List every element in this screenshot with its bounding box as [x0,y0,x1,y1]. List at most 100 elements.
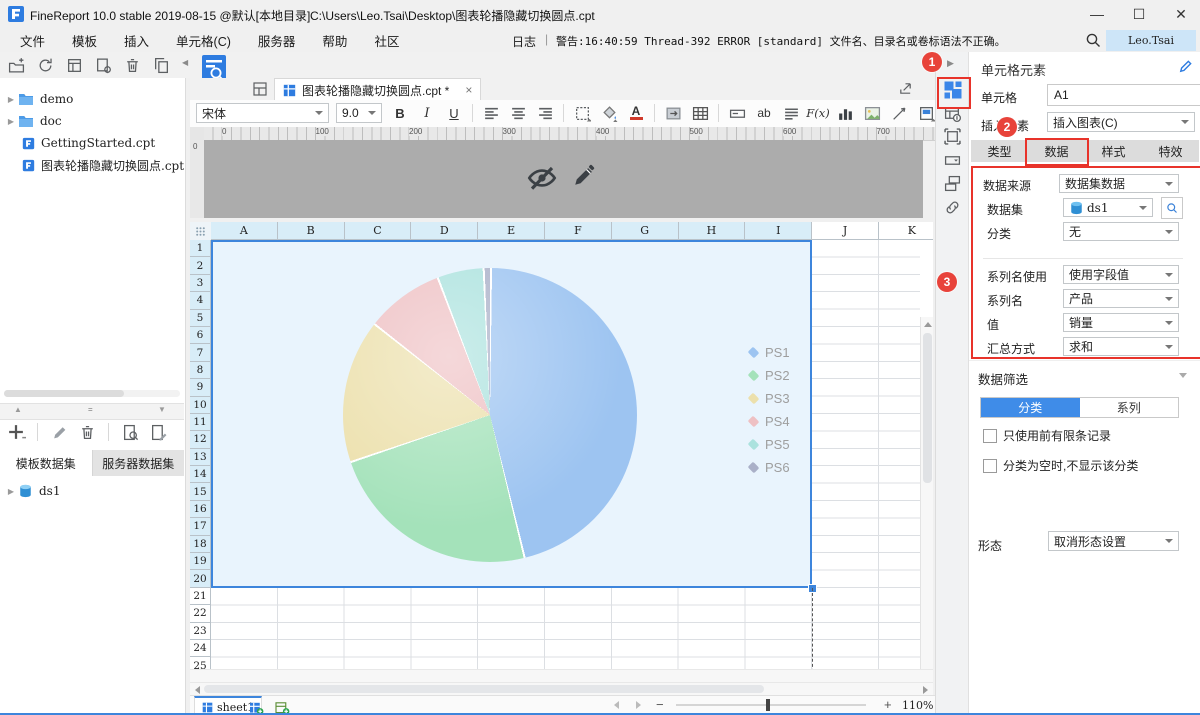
expand-arrow-icon[interactable]: ▶ [4,117,18,126]
panel-splitter[interactable]: ▲ = ▼ [0,403,184,420]
widget-settings-icon[interactable] [942,150,963,171]
hide-chart-eye-off-icon[interactable] [526,162,558,194]
row-header-2[interactable]: 2 [190,257,211,275]
form-select-2[interactable]: 无 [1063,222,1179,241]
italic-button[interactable]: I [415,102,439,124]
pie-chart[interactable] [343,268,637,562]
search-icon[interactable] [1085,32,1101,48]
filter-tab-分类[interactable]: 分类 [981,398,1080,417]
zoom-out-button[interactable]: − [656,697,664,712]
fill-color-button[interactable] [597,102,621,124]
formula-button[interactable]: F(x) [806,102,830,124]
element-tab-特效[interactable]: 特效 [1142,140,1199,162]
minimize-button[interactable]: — [1080,0,1114,28]
row-header-11[interactable]: 11 [190,413,211,432]
expand-arrow-icon[interactable]: ▶ [4,487,18,496]
row-header-24[interactable]: 24 [190,639,211,658]
float-element-icon[interactable] [942,126,963,147]
align-center-button[interactable] [506,102,530,124]
vertical-scrollbar[interactable] [920,317,933,682]
filter-tab-系列[interactable]: 系列 [1079,398,1178,417]
font-size-select[interactable]: 9.0 [336,103,382,123]
tab-close-icon[interactable]: × [465,83,472,97]
row-header-12[interactable]: 12 [190,431,211,449]
next-sheet-icon[interactable] [636,701,641,709]
element-tab-类型[interactable]: 类型 [971,140,1028,162]
add-grid-sheet-icon[interactable] [246,698,266,713]
delete-icon[interactable] [77,422,97,442]
edit-chart-pencil-icon[interactable] [570,160,598,192]
row-header-20[interactable]: 20 [190,570,211,588]
tree-item-2[interactable]: GettingStarted.cpt [0,132,185,154]
row-header-5[interactable]: 5 [190,309,211,327]
shape-select[interactable]: 取消形态设置 [1048,531,1179,551]
edit-pencil-icon[interactable] [1179,59,1193,73]
menu-item-3[interactable]: 单元格(C) [176,31,231,50]
chart-button[interactable] [833,102,857,124]
align-left-button[interactable] [479,102,503,124]
column-header-K[interactable]: K [878,222,933,240]
element-tab-数据[interactable]: 数据 [1028,140,1085,162]
row-header-14[interactable]: 14 [190,466,211,484]
row-header-16[interactable]: 16 [190,500,211,519]
new-folder-icon[interactable] [6,55,26,75]
prev-sheet-icon[interactable] [614,701,619,709]
font-color-button[interactable]: A [624,102,648,124]
menu-item-6[interactable]: 社区 [374,31,399,50]
zoom-in-button[interactable]: + [884,697,892,712]
scroll-left-icon[interactable] [195,686,200,694]
column-header-I[interactable]: I [745,222,813,240]
column-header-C[interactable]: C [344,222,412,240]
form-select-7[interactable]: 求和 [1063,337,1179,356]
hyperlink-icon[interactable] [942,197,963,218]
column-header-G[interactable]: G [611,222,679,240]
form-select-5[interactable]: 产品 [1063,289,1179,308]
tree-scrollbar[interactable] [4,390,180,397]
cell-attribute-icon[interactable] [942,103,963,124]
log-link[interactable]: 日志 [512,33,536,50]
column-header-H[interactable]: H [678,222,746,240]
template-list-icon[interactable] [252,81,268,97]
view-template-icon[interactable] [64,55,84,75]
row-header-19[interactable]: 19 [190,553,211,571]
row-header-1[interactable]: 1 [190,240,211,258]
horizontal-scroll-thumb[interactable] [204,685,764,693]
zoom-slider-handle[interactable] [766,699,770,711]
menu-item-5[interactable]: 帮助 [322,31,347,50]
collapse-section-icon[interactable] [1179,373,1187,378]
text-widget-button[interactable] [725,102,749,124]
splitter-up-icon[interactable]: ▲ [14,405,22,414]
dataset-item-ds1[interactable]: ▶ ds1 [0,480,185,502]
collapse-panel-icon[interactable]: ▶ [947,58,954,69]
legend-item-PS6[interactable]: PS6 [747,460,790,475]
plus-icon[interactable] [6,422,26,442]
row-header-23[interactable]: 23 [190,622,211,640]
select-all-corner[interactable] [190,222,212,241]
collapse-left-panel-icon[interactable]: ◀ [182,58,188,67]
document-tab[interactable]: 图表轮播隐藏切换圆点.cpt * × [274,78,482,101]
font-family-select[interactable]: 宋体 [196,103,329,123]
image-button[interactable] [860,102,884,124]
user-account-badge[interactable]: Leo.Tsai [1106,30,1196,51]
legend-item-PS5[interactable]: PS5 [747,437,790,452]
template-settings-icon[interactable] [93,55,113,75]
close-button[interactable]: ✕ [1164,0,1198,28]
row-header-21[interactable]: 21 [190,587,211,606]
row-header-3[interactable]: 3 [190,274,211,293]
limit-records-checkbox[interactable]: 只使用前有限条记录 [983,427,1111,444]
dataset-tab-0[interactable]: 模板数据集 [0,450,93,476]
align-right-button[interactable] [533,102,557,124]
column-header-F[interactable]: F [544,222,612,240]
insert-element-select[interactable]: 插入图表(C) [1047,112,1195,132]
rich-text-button[interactable] [779,102,803,124]
menu-item-4[interactable]: 服务器 [258,31,296,50]
legend-item-PS1[interactable]: PS1 [747,345,790,360]
cell-reference-input[interactable]: A1 [1047,84,1200,106]
copy-doc-icon[interactable] [151,55,171,75]
column-header-J[interactable]: J [812,222,879,240]
maximize-button[interactable]: ☐ [1122,0,1156,28]
refresh-icon[interactable] [35,55,55,75]
row-header-17[interactable]: 17 [190,518,211,536]
edit-pencil-icon[interactable] [49,422,69,442]
tree-item-3[interactable]: 图表轮播隐藏切换圆点.cpt [0,154,185,176]
